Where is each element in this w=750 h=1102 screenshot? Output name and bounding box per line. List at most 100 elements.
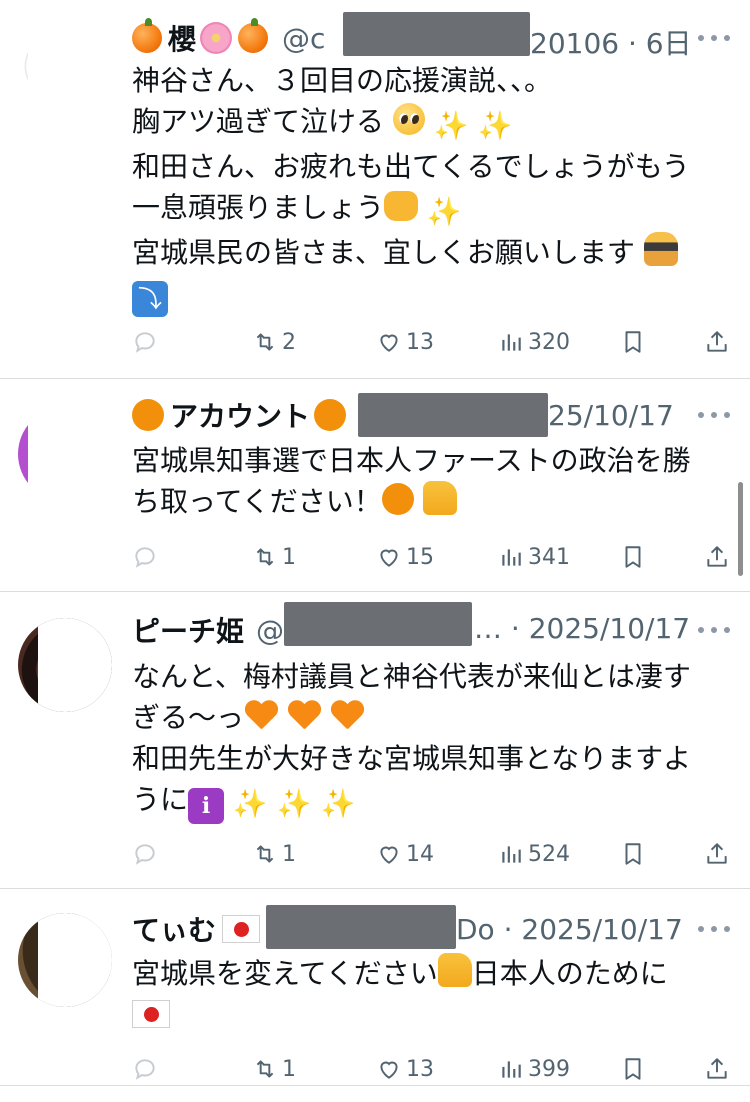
like-button[interactable]: 14 [376, 836, 434, 872]
repost-icon [252, 841, 278, 867]
text-line-content: うに [132, 783, 189, 816]
scrollbar[interactable] [738, 482, 743, 576]
reply-button[interactable] [132, 324, 162, 360]
author-name[interactable]: ピーチ姫 [132, 610, 244, 650]
redaction-bar [358, 393, 548, 437]
tweet-date[interactable]: … · 2025/10/17 [474, 612, 690, 645]
tweet-text: 神谷さん、３回目の応援演説、、。 胸アツ過ぎて泣ける ✨ ✨ 和田さん、お疲れも… [132, 60, 732, 317]
heart-icon [376, 544, 402, 570]
repost-count: 1 [282, 841, 296, 867]
heart-icon [376, 841, 402, 867]
share-icon [704, 1056, 730, 1082]
tweet[interactable]: ピーチ姫 @ … · 2025/10/17 なんと、梅村議員と神谷代表が来仙とは… [0, 592, 750, 888]
action-bar: 1 15 341 [132, 539, 732, 575]
author-handle[interactable]: @ [256, 614, 284, 647]
text-line-content: ぎる〜っ [132, 701, 245, 734]
like-count: 14 [406, 841, 434, 867]
views-icon [498, 329, 524, 355]
repost-button[interactable]: 1 [252, 836, 296, 872]
reply-button[interactable] [132, 539, 162, 575]
redaction-bar [343, 12, 530, 56]
share-button[interactable] [704, 1051, 734, 1087]
text-line [132, 994, 732, 1035]
reply-icon [132, 329, 158, 355]
author-handle[interactable]: @c [282, 22, 325, 55]
cherry-blossom-emoji [200, 22, 233, 54]
view-count: 341 [528, 544, 570, 570]
sparkles-emoji: ✨ [320, 787, 356, 820]
share-button[interactable] [704, 836, 734, 872]
views-icon [498, 1056, 524, 1082]
tweet-text: なんと、梅村議員と神谷代表が来仙とは凄す ぎる〜っ 和田先生が大好きな宮城県知事… [132, 656, 732, 824]
avatar[interactable] [18, 618, 112, 712]
author-name[interactable]: てぃむ [132, 909, 216, 949]
sparkles-emoji: ✨ [433, 109, 469, 142]
more-icon[interactable] [698, 412, 730, 420]
share-button[interactable] [704, 539, 734, 575]
share-icon [704, 329, 730, 355]
tweet-date[interactable]: 25/10/17 [548, 399, 674, 432]
author-name[interactable]: アカウント [170, 395, 310, 435]
bowing-person-emoji [643, 232, 678, 266]
tweet-date[interactable]: · 2025/10/17 [504, 913, 683, 946]
text-line: ぎる〜っ [132, 697, 732, 738]
views-button[interactable]: 524 [498, 836, 570, 872]
avatar[interactable] [18, 407, 112, 501]
views-button[interactable]: 399 [498, 1051, 570, 1087]
like-count: 13 [406, 1056, 434, 1082]
tweet[interactable]: てぃむ Do · 2025/10/17 宮城県を変えてください 日本人のために 1… [0, 889, 750, 1102]
like-button[interactable]: 15 [376, 539, 434, 575]
repost-icon [252, 1056, 278, 1082]
bookmark-button[interactable] [620, 836, 650, 872]
text-line: 宮城県民の皆さま、宜しくお願いします [132, 232, 732, 273]
action-bar: 1 14 524 [132, 836, 732, 872]
share-button[interactable] [704, 324, 734, 360]
like-count: 13 [406, 329, 434, 355]
bookmark-icon [620, 1056, 646, 1082]
fist-emoji [384, 191, 419, 221]
like-button[interactable]: 13 [376, 1051, 434, 1087]
reply-button[interactable] [132, 1051, 162, 1087]
views-button[interactable]: 341 [498, 539, 570, 575]
tweet[interactable]: 櫻 @c 20106 · 6日 神谷さん、３回目の応援演説、、。 胸アツ過ぎて泣… [0, 0, 750, 378]
text-line: ⤵ [132, 273, 732, 317]
handle-tail: Do [456, 913, 495, 946]
like-button[interactable]: 13 [376, 324, 434, 360]
text-line-content: 胸アツ過ぎて泣ける [132, 105, 385, 138]
repost-button[interactable]: 1 [252, 539, 296, 575]
more-icon[interactable] [698, 926, 730, 934]
tangerine-emoji [238, 18, 269, 53]
tweet-header: 櫻 @c [132, 18, 325, 58]
bookmark-button[interactable] [620, 324, 650, 360]
more-icon[interactable] [698, 627, 730, 635]
more-icon[interactable] [698, 35, 730, 43]
tweet-date[interactable]: 6日 [646, 27, 692, 60]
avatar[interactable] [18, 24, 112, 118]
sparkles-emoji: ✨ [276, 787, 312, 820]
bookmark-icon [620, 329, 646, 355]
author-name[interactable]: 櫻 [168, 18, 196, 58]
text-line-content: ち取ってください！ [132, 485, 382, 518]
tangerine-emoji [132, 18, 162, 53]
tweet-text: 宮城県知事選で日本人ファーストの政治を勝 ち取ってください！ [132, 440, 732, 522]
bookmark-button[interactable] [620, 1051, 650, 1087]
text-line: なんと、梅村議員と神谷代表が来仙とは凄す [132, 660, 691, 693]
repost-count: 1 [282, 1056, 296, 1082]
sparkles-emoji: ✨ [426, 195, 462, 228]
views-button[interactable]: 320 [498, 324, 570, 360]
tweet-header: てぃむ [132, 909, 261, 949]
avatar[interactable] [18, 913, 112, 1007]
orange-circle-emoji [132, 399, 164, 431]
japan-flag-emoji [132, 1000, 170, 1028]
repost-button[interactable]: 2 [252, 324, 296, 360]
share-icon [704, 841, 730, 867]
orange-circle-emoji [381, 483, 414, 515]
tweet[interactable]: アカウント 25/10/17 宮城県知事選で日本人ファーストの政治を勝 ち取って… [0, 379, 750, 591]
text-line: うに i ✨ ✨ ✨ [132, 779, 732, 824]
bookmark-button[interactable] [620, 539, 650, 575]
tweet-meta: 25/10/17 [548, 399, 674, 432]
heart-icon [376, 1056, 402, 1082]
reply-button[interactable] [132, 836, 162, 872]
text-line: 一息頑張りましょう ✨ [132, 187, 732, 232]
repost-button[interactable]: 1 [252, 1051, 296, 1087]
